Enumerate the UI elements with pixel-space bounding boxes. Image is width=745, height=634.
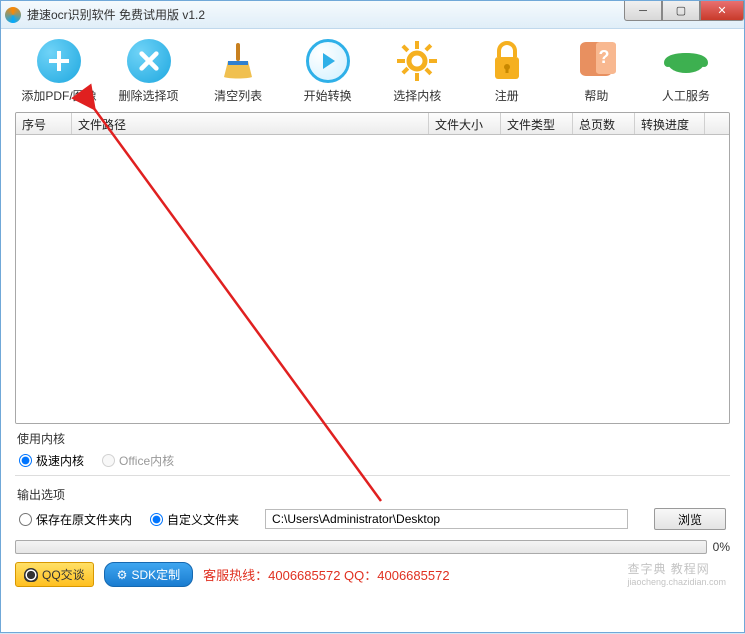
add-pdf-button[interactable]: 添加PDF/图像 [21,39,97,104]
table-header: 序号 文件路径 文件大小 文件类型 总页数 转换进度 [16,113,729,135]
col-pages[interactable]: 总页数 [573,113,635,134]
add-pdf-label: 添加PDF/图像 [21,87,96,104]
broom-icon [216,39,260,83]
qq-label: QQ交谈 [42,566,85,583]
start-button[interactable]: 开始转换 [290,39,366,104]
progress-bar [15,540,707,554]
x-icon [127,39,171,83]
engine-label: 选择内核 [393,87,441,104]
watermark: 查字典 教程网 jiaocheng.chazidian.com [627,560,726,587]
sdk-gear-icon: ⚙ [117,568,128,582]
register-button[interactable]: 注册 [469,39,545,104]
fast-engine-label: 极速内核 [36,452,84,469]
engine-section-label: 使用内核 [17,430,730,447]
play-icon [306,39,350,83]
qq-icon [24,568,38,582]
sdk-button[interactable]: ⚙ SDK定制 [104,562,193,587]
output-section-label: 输出选项 [17,486,730,503]
path-input[interactable] [265,509,628,529]
progress-wrap: 0% [15,540,730,554]
clear-button[interactable]: 清空列表 [200,39,276,104]
watermark-main: 查字典 教程网 [627,562,709,576]
col-seq[interactable]: 序号 [16,113,72,134]
toolbar: 添加PDF/图像 删除选择项 清空列表 开始转换 [15,37,730,112]
progress-text: 0% [713,540,730,554]
app-icon [5,7,21,23]
footer: QQ交谈 ⚙ SDK定制 客服热线：4006685572 QQ：40066855… [15,562,730,587]
clear-label: 清空列表 [214,87,262,104]
col-size[interactable]: 文件大小 [429,113,501,134]
browse-button[interactable]: 浏览 [654,508,726,530]
window-controls: ─ ▢ ✕ [624,1,744,21]
fast-engine-radio[interactable]: 极速内核 [19,452,84,469]
plus-icon [37,39,81,83]
col-progress[interactable]: 转换进度 [635,113,705,134]
watermark-sub: jiaocheng.chazidian.com [627,577,726,587]
custom-folder-label: 自定义文件夹 [167,511,239,528]
engine-button[interactable]: 选择内核 [379,39,455,104]
minimize-button[interactable]: ─ [624,1,662,21]
col-spacer [705,113,729,134]
application-window: 捷速ocr识别软件 免费试用版 v1.2 ─ ▢ ✕ 添加PDF/图像 删除选择… [0,0,745,633]
custom-folder-radio[interactable]: 自定义文件夹 [150,511,239,528]
service-label: 人工服务 [662,87,710,104]
custom-folder-input[interactable] [150,513,163,526]
lock-icon [485,39,529,83]
engine-radio-row: 极速内核 Office内核 [15,450,730,471]
svg-text:?: ? [599,47,610,67]
start-label: 开始转换 [304,87,352,104]
hotline-text: 客服热线：4006685572 QQ：4006685572 [203,565,449,584]
office-engine-input [102,454,115,467]
table-body[interactable] [16,135,729,423]
maximize-button[interactable]: ▢ [662,1,700,21]
register-label: 注册 [495,87,519,104]
service-button[interactable]: 人工服务 [648,39,724,104]
help-icon: ? [574,39,618,83]
sdk-label: SDK定制 [131,566,180,583]
office-engine-radio: Office内核 [102,452,174,469]
save-original-label: 保存在原文件夹内 [36,511,132,528]
file-table: 序号 文件路径 文件大小 文件类型 总页数 转换进度 [15,112,730,424]
help-label: 帮助 [584,87,608,104]
save-original-input[interactable] [19,513,32,526]
separator [15,475,730,476]
fast-engine-input[interactable] [19,454,32,467]
delete-label: 删除选择项 [119,87,179,104]
close-button[interactable]: ✕ [700,1,744,21]
gear-icon [395,39,439,83]
col-type[interactable]: 文件类型 [501,113,573,134]
titlebar: 捷速ocr识别软件 免费试用版 v1.2 ─ ▢ ✕ [1,1,744,29]
qq-chat-button[interactable]: QQ交谈 [15,562,94,587]
delete-button[interactable]: 删除选择项 [111,39,187,104]
output-radio-row: 保存在原文件夹内 自定义文件夹 浏览 [15,506,730,532]
window-title: 捷速ocr识别软件 免费试用版 v1.2 [27,6,205,23]
help-button[interactable]: ? 帮助 [558,39,634,104]
save-original-radio[interactable]: 保存在原文件夹内 [19,511,132,528]
office-engine-label: Office内核 [119,452,174,469]
phone-icon [664,39,708,83]
col-path[interactable]: 文件路径 [72,113,429,134]
